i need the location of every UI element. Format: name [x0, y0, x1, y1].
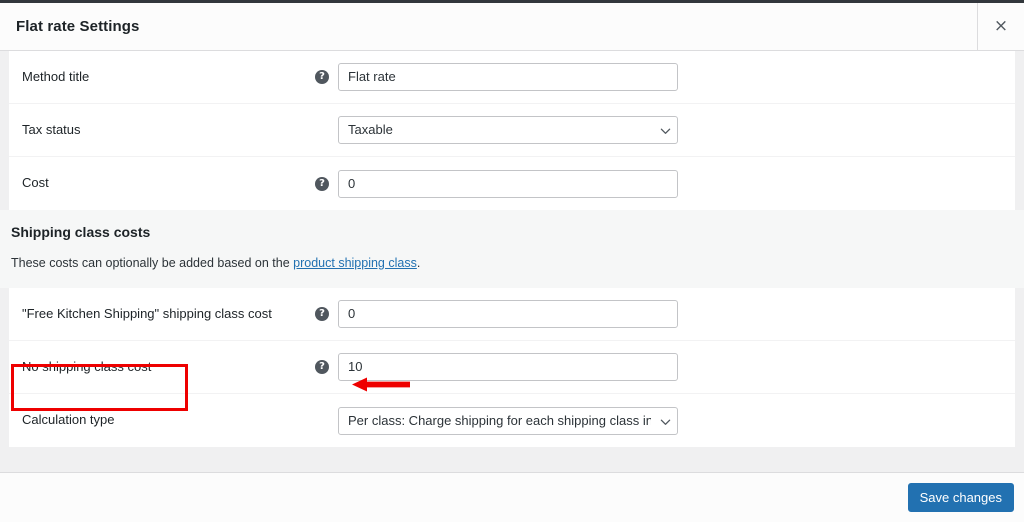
- helptip-spacer-tax-status: [315, 123, 329, 137]
- modal-body: Method title ? Flat rate Tax status Taxa…: [0, 51, 1024, 472]
- helptip-icon-no-shipping-class[interactable]: ?: [315, 360, 329, 374]
- row-no-shipping-class-cost: No shipping class cost ? 10: [9, 341, 1015, 394]
- label-cost: Cost: [22, 175, 49, 191]
- helptip-icon-free-kitchen-shipping[interactable]: ?: [315, 307, 329, 321]
- helptip-icon-method-title[interactable]: ?: [315, 70, 329, 84]
- shipping-class-costs-band: Shipping class costs These costs can opt…: [0, 210, 1024, 288]
- product-shipping-class-link[interactable]: product shipping class: [293, 256, 417, 270]
- label-free-kitchen-shipping-class-cost: "Free Kitchen Shipping" shipping class c…: [22, 305, 272, 321]
- label-calculation-type: Calculation type: [22, 412, 115, 428]
- save-changes-button[interactable]: Save changes: [907, 483, 1014, 512]
- flat-rate-settings-modal: Flat rate Settings × Method title ? Flat…: [0, 0, 1024, 522]
- row-calculation-type: Calculation type Per class: Charge shipp…: [9, 394, 1015, 447]
- shipping-class-costs-heading: Shipping class costs: [11, 224, 151, 240]
- calculation-type-selected-value: Per class: Charge shipping for each ship…: [348, 412, 651, 428]
- label-method-title: Method title: [22, 68, 90, 84]
- cost-input[interactable]: 0: [338, 169, 678, 198]
- modal-title: Flat rate Settings: [16, 18, 140, 35]
- main-settings-panel: Method title ? Flat rate Tax status Taxa…: [9, 51, 1015, 210]
- helptip-spacer-calculation-type: [315, 414, 329, 428]
- free-kitchen-shipping-class-cost-input[interactable]: 0: [338, 300, 678, 328]
- no-shipping-class-cost-input[interactable]: 10: [338, 353, 678, 381]
- tax-status-selected-value: Taxable: [348, 122, 393, 137]
- row-tax-status: Tax status Taxable: [9, 104, 1015, 157]
- chevron-down-icon: [660, 416, 671, 425]
- row-cost: Cost ? 0: [9, 157, 1015, 210]
- close-icon[interactable]: ×: [977, 3, 1024, 50]
- label-no-shipping-class-cost: No shipping class cost: [22, 358, 152, 374]
- modal-header: Flat rate Settings ×: [0, 3, 1024, 51]
- modal-footer: Save changes: [0, 472, 1024, 522]
- row-free-kitchen-shipping-class-cost: "Free Kitchen Shipping" shipping class c…: [9, 288, 1015, 341]
- helptip-icon-cost[interactable]: ?: [315, 176, 329, 191]
- calculation-type-select[interactable]: Per class: Charge shipping for each ship…: [338, 406, 678, 435]
- description-text-after: .: [416, 256, 421, 270]
- label-tax-status: Tax status: [22, 121, 81, 137]
- description-text-before: These costs can optionally be added base…: [11, 256, 294, 270]
- method-title-input[interactable]: Flat rate: [338, 63, 678, 91]
- chevron-down-icon: [660, 126, 671, 135]
- row-method-title: Method title ? Flat rate: [9, 51, 1015, 104]
- tax-status-select[interactable]: Taxable: [338, 116, 678, 144]
- shipping-class-costs-description: These costs can optionally be added base…: [0, 256, 1024, 270]
- shipping-class-rows-panel: "Free Kitchen Shipping" shipping class c…: [9, 288, 1015, 447]
